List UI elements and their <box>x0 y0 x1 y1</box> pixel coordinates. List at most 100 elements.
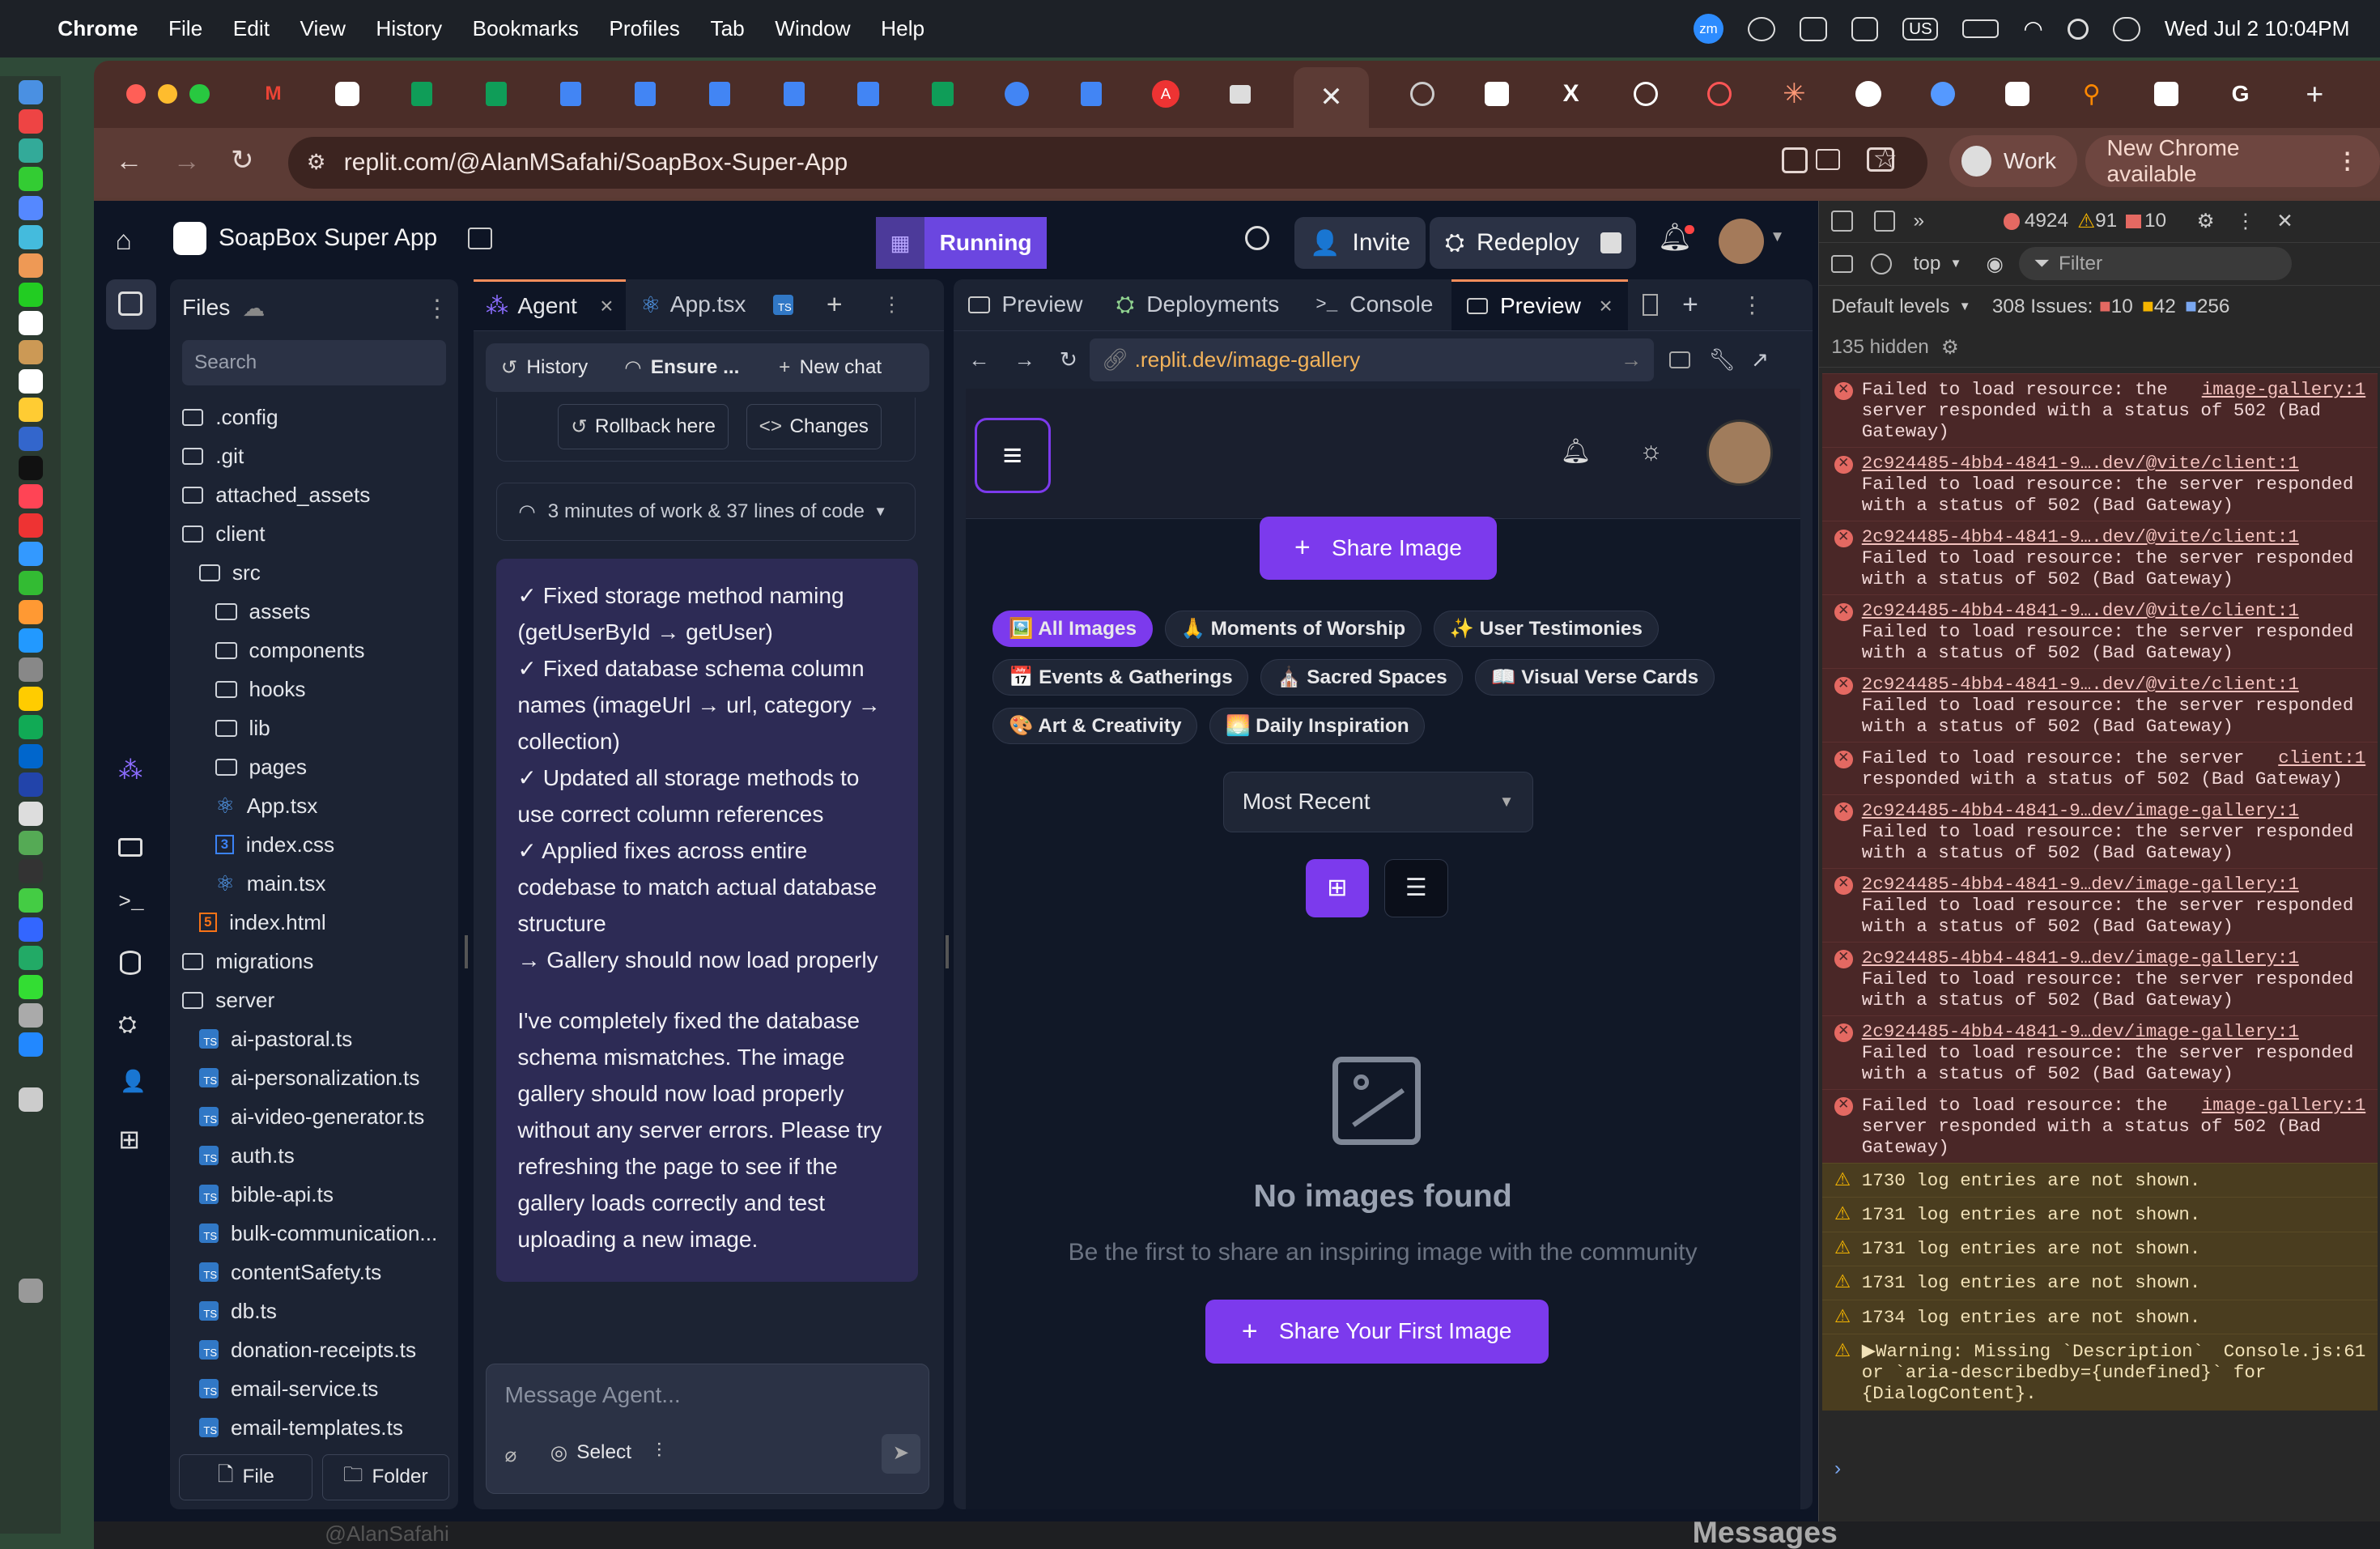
tab-docs-6[interactable] <box>1070 73 1113 116</box>
files-rail-button[interactable] <box>106 279 157 330</box>
gear-icon[interactable]: ⚙ <box>1941 335 1959 360</box>
source-link[interactable]: image-gallery:1 <box>2202 1095 2366 1116</box>
notes-icon[interactable] <box>18 398 43 423</box>
at-icon[interactable] <box>1748 16 1775 41</box>
preview-reload-icon[interactable]: ↻ <box>1060 347 1077 372</box>
file-tree-item[interactable]: attached_assets <box>182 475 456 514</box>
tab-red-app[interactable] <box>1698 73 1741 116</box>
file-tree-item[interactable]: TS ai-pastoral.ts <box>182 1019 456 1058</box>
spotlight-icon[interactable] <box>2067 18 2089 40</box>
new-folder-button[interactable]: 🗀 Folder <box>321 1454 449 1500</box>
forward-icon[interactable]: → <box>173 146 201 177</box>
category-chip[interactable]: 🌅 Daily Inspiration <box>1209 707 1426 744</box>
tab-openai-2[interactable] <box>2144 73 2187 116</box>
zoom-dock-icon[interactable] <box>18 1032 43 1057</box>
settings-icon[interactable] <box>18 657 43 682</box>
ts-tab-icon[interactable]: TS <box>773 295 793 315</box>
context-select[interactable]: top ▼ <box>1914 253 1962 275</box>
control-center-icon[interactable] <box>2113 16 2140 41</box>
menu-view[interactable]: View <box>300 16 345 41</box>
terminal-icon[interactable] <box>18 859 43 884</box>
source-link[interactable]: image-gallery:1 <box>2202 379 2366 400</box>
send-icon[interactable]: ➤ <box>881 1434 921 1474</box>
tab-preview-2[interactable]: Preview × <box>1451 279 1628 331</box>
tab-blue-app[interactable] <box>1922 73 1965 116</box>
file-tree-item[interactable]: .config <box>182 398 456 436</box>
file-tree-item[interactable]: migrations <box>182 942 456 981</box>
more-tabs-icon[interactable]: » <box>1914 210 1925 232</box>
tab-deployments[interactable]: ⛭ Deployments <box>1098 292 1298 318</box>
app-icon-8[interactable] <box>18 946 43 971</box>
levels-select[interactable]: Default levels ▼ <box>1831 296 1970 318</box>
category-chip[interactable]: 🖼️ All Images <box>992 610 1153 647</box>
select-button[interactable]: ◎ Select <box>550 1440 631 1465</box>
source-link[interactable]: 2c924485-4bb4-4841-9….dev/@vite/client:1 <box>1862 453 2299 474</box>
search-icon[interactable] <box>1244 226 1269 251</box>
share-image-button[interactable]: + Share Image <box>1260 516 1497 581</box>
tab-menu-icon[interactable]: ⋮ <box>1740 292 1763 318</box>
source-link[interactable]: Console.js:61 <box>2224 1341 2366 1362</box>
file-tree-item[interactable]: TS donation-receipts.ts <box>182 1330 456 1369</box>
menu-app-name[interactable]: Chrome <box>57 16 138 41</box>
run-button[interactable]: ▦ Running <box>875 217 1048 269</box>
file-tree-item[interactable]: TS email-service.ts <box>182 1369 456 1408</box>
close-devtools-icon[interactable]: ✕ <box>2276 209 2293 233</box>
tab-chatgpt[interactable] <box>1476 73 1519 116</box>
tab-menu-icon[interactable]: ⋮ <box>882 292 901 317</box>
profile-button[interactable]: Work <box>1949 134 2078 187</box>
files-menu-icon[interactable]: ⋮ <box>425 295 449 323</box>
menu-profiles[interactable]: Profiles <box>609 16 680 41</box>
error-count[interactable]: 4924 <box>2025 210 2068 232</box>
preview-back-icon[interactable]: ← <box>968 347 989 372</box>
tab-docs-4[interactable] <box>772 73 815 116</box>
tab-active-close[interactable]: ✕ <box>1293 66 1370 128</box>
open-new-tab-icon[interactable]: ↗ <box>1751 347 1769 372</box>
ensure-chat-title[interactable]: Ensure ... <box>651 356 740 379</box>
theme-toggle-icon[interactable]: ☼ <box>1639 436 1663 466</box>
devtools-wrench-icon[interactable]: 🔧︎ <box>1709 347 1736 372</box>
menubar-clock[interactable]: Wed Jul 2 10:04PM <box>2165 16 2350 41</box>
redeploy-button[interactable]: ⛭ Redeploy <box>1430 217 1637 269</box>
whatsapp-icon[interactable] <box>18 974 43 999</box>
appstore-icon[interactable] <box>18 628 43 653</box>
preview-icon[interactable] <box>18 1003 43 1028</box>
menu-help[interactable]: Help <box>881 16 924 41</box>
input-source[interactable]: US <box>1902 17 1939 40</box>
install-app-icon[interactable] <box>1815 148 1840 170</box>
search-input[interactable]: Search <box>182 340 447 386</box>
inspect-icon[interactable] <box>1831 211 1853 232</box>
warning-count[interactable]: 91 <box>2095 210 2117 232</box>
database-icon[interactable] <box>467 228 492 249</box>
kebab-menu-icon[interactable]: ⋮ <box>2336 147 2359 174</box>
category-chip[interactable]: 📅 Events & Gatherings <box>992 658 1249 696</box>
tab-agent[interactable]: ⁂ Agent × <box>474 279 626 331</box>
launchpad-icon[interactable] <box>18 109 43 134</box>
file-tree-item[interactable]: 3 index.css <box>182 825 456 864</box>
device-toggle-icon[interactable] <box>1873 211 1895 232</box>
app-icon-6[interactable] <box>18 830 43 855</box>
preview-rail-icon[interactable] <box>118 838 143 857</box>
work-summary[interactable]: ◠ 3 minutes of work & 37 lines of code ▼ <box>496 483 916 541</box>
tab-openai[interactable] <box>1624 73 1667 116</box>
file-tree-item[interactable]: ⚛ App.tsx <box>182 786 456 825</box>
facetime-icon[interactable] <box>18 282 43 307</box>
users-rail-icon[interactable]: 👤 <box>120 1069 147 1094</box>
info-count[interactable]: 10 <box>2144 210 2166 232</box>
devtools-settings-icon[interactable]: ⚙ <box>2197 209 2215 233</box>
bell-icon[interactable]: 🔔︎ <box>1561 437 1592 466</box>
console-prompt[interactable]: › <box>1834 1458 1841 1480</box>
tab-globe[interactable] <box>1401 73 1444 116</box>
minimize-window-button[interactable] <box>158 84 178 104</box>
message-agent-input[interactable]: Message Agent... <box>505 1382 681 1408</box>
update-chrome-button[interactable]: New Chrome available ⋮ <box>2085 135 2380 187</box>
resize-handle[interactable] <box>946 935 949 969</box>
file-tree-item[interactable]: ⚛ main.tsx <box>182 864 456 903</box>
history-button[interactable]: History <box>526 356 588 379</box>
file-tree-item[interactable]: components <box>182 631 456 670</box>
repl-title[interactable]: SoapBox Super App <box>172 221 492 255</box>
source-link[interactable]: 2c924485-4bb4-4841-9….dev/@vite/client:1 <box>1862 526 2299 547</box>
tab-docs-3[interactable] <box>699 73 742 116</box>
issues-label[interactable]: 308 Issues: <box>1992 296 2093 318</box>
sort-select[interactable]: Most Recent ▼ <box>1223 771 1533 832</box>
source-link[interactable]: client:1 <box>2278 747 2365 768</box>
